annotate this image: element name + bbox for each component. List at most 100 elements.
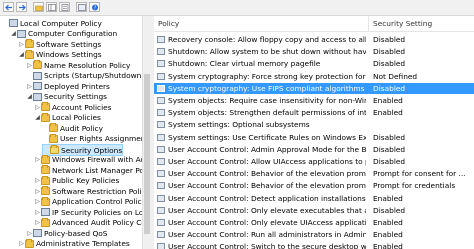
expand-arrow-icon[interactable]: ▷ — [26, 82, 33, 90]
security-setting-value: Disabled — [373, 157, 406, 166]
policy-name: System objects: Strengthen default permi… — [168, 108, 366, 118]
folder-icon — [41, 154, 50, 164]
collapse-arrow-icon[interactable]: ◢ — [10, 30, 17, 38]
tree-item[interactable]: ▷ Software Restriction Policies — [34, 186, 147, 196]
policy-name: System settings: Optional subsystems — [168, 120, 310, 130]
column-header-policy[interactable]: Policy — [154, 16, 368, 31]
tree-item-label: Scripts (Startup/Shutdown) — [44, 71, 145, 80]
tree-item[interactable]: ▷ Public Key Policies — [34, 175, 119, 186]
policy-name: Shutdown: Clear virtual memory pagefile — [168, 59, 321, 69]
policy-row[interactable]: System settings: Use Certificate Rules o… — [154, 132, 474, 143]
policy-name: Recovery console: Allow floppy copy and … — [168, 35, 366, 44]
expand-arrow-icon[interactable]: ▷ — [26, 61, 33, 69]
collapse-arrow-icon[interactable]: ◢ — [26, 93, 33, 101]
tree-item[interactable]: ◢ Windows Settings — [18, 49, 102, 60]
policy-name: User Account Control: Switch to the secu… — [168, 242, 366, 249]
tree-item[interactable]: ▷ Advanced Audit Policy Configuration — [34, 217, 147, 228]
policy-row[interactable]: User Account Control: Switch to the secu… — [154, 241, 474, 249]
export-list-icon[interactable] — [59, 2, 70, 12]
expand-arrow-icon[interactable]: ▷ — [34, 198, 41, 206]
expand-arrow-icon[interactable]: ▷ — [34, 103, 41, 111]
policy-row[interactable]: System cryptography: Use FIPS compliant … — [154, 82, 474, 94]
no-expander — [42, 135, 49, 143]
folder-icon — [25, 238, 34, 248]
policy-row[interactable]: Shutdown: Clear virtual memory pagefile D… — [154, 58, 474, 69]
policy-row[interactable]: User Account Control: Detect application… — [154, 193, 474, 204]
no-expander — [26, 72, 33, 80]
collapse-arrow-icon[interactable]: ◢ — [34, 114, 41, 122]
policy-node-icon — [41, 208, 50, 216]
expand-arrow-icon[interactable]: ▷ — [34, 219, 41, 227]
policy-row[interactable]: User Account Control: Behavior of the el… — [154, 168, 474, 179]
policy-row[interactable]: User Account Control: Behavior of the el… — [154, 180, 474, 191]
policy-icon — [157, 158, 165, 165]
svg-text:?: ? — [94, 5, 97, 11]
policy-row[interactable]: System objects: Require case insensitivi… — [154, 95, 474, 106]
tree-item[interactable]: ◢ Computer Configuration — [10, 29, 117, 39]
policy-icon — [157, 60, 165, 68]
help-icon[interactable]: ? — [89, 2, 100, 12]
policy-node-icon — [9, 19, 18, 27]
policy-icon — [157, 145, 165, 153]
policy-row[interactable]: Recovery console: Allow floppy copy and … — [154, 34, 474, 45]
tree-item[interactable]: ▷ IP Security Policies on Local Computer — [34, 207, 147, 217]
tree-item-label: User Rights Assignment — [60, 134, 147, 143]
policy-row[interactable]: User Account Control: Allow UIAccess app… — [154, 156, 474, 167]
tree-item-label: Account Policies — [52, 102, 112, 112]
show-hide-tree-icon[interactable] — [46, 2, 57, 12]
folder-icon — [25, 39, 34, 48]
tree-item-label: Administrative Templates — [36, 239, 130, 248]
expand-arrow-icon[interactable]: ▷ — [18, 40, 25, 48]
expand-arrow-icon[interactable]: ▷ — [18, 240, 25, 248]
policy-name: System objects: Require case insensitivi… — [168, 96, 366, 105]
properties-icon[interactable] — [76, 2, 87, 12]
policy-icon — [157, 72, 165, 80]
tree-item[interactable]: ▷ Windows Firewall with Advanced Security — [34, 154, 147, 165]
policy-row[interactable]: System settings: Optional subsystems — [154, 119, 474, 130]
expand-arrow-icon[interactable]: ▷ — [34, 208, 41, 216]
policy-name: User Account Control: Admin Approval Mod… — [168, 144, 366, 154]
folder-icon — [25, 49, 34, 59]
expand-arrow-icon[interactable]: ▷ — [26, 229, 33, 237]
tree-item[interactable]: Audit Policy — [42, 123, 103, 133]
forward-icon[interactable] — [16, 2, 27, 12]
tree-item[interactable]: Scripts (Startup/Shutdown) — [26, 71, 144, 81]
tree-item[interactable]: ▷ Name Resolution Policy — [26, 60, 130, 70]
tree-item[interactable]: ▷ Deployed Printers — [26, 81, 110, 91]
expand-arrow-icon[interactable]: ▷ — [34, 187, 41, 195]
policy-name: User Account Control: Run all administra… — [168, 230, 366, 240]
policy-name: System cryptography: Force strong key pr… — [168, 71, 366, 81]
policy-icon — [157, 84, 165, 92]
tree-item[interactable]: ▷ Software Settings — [18, 39, 101, 49]
policy-icon — [157, 243, 165, 249]
tree-item[interactable]: ◢ Security Settings — [26, 92, 107, 102]
policy-name: User Account Control: Only elevate UIAcc… — [168, 218, 366, 227]
policy-row[interactable]: User Account Control: Only elevate UIAcc… — [154, 217, 474, 228]
tree-item[interactable]: User Rights Assignment — [42, 133, 147, 144]
policy-row[interactable]: Shutdown: Allow system to be shut down w… — [154, 46, 474, 57]
tree-item[interactable]: Network List Manager Policies — [34, 165, 147, 175]
tree-item[interactable]: ▷ Administrative Templates — [18, 238, 130, 249]
tree-item[interactable]: ◢ Local Policies — [34, 112, 101, 123]
policy-row[interactable]: User Account Control: Run all administra… — [154, 229, 474, 240]
collapse-arrow-icon[interactable]: ◢ — [18, 51, 25, 59]
back-icon[interactable] — [3, 2, 14, 12]
policy-row[interactable]: User Account Control: Only elevate execu… — [154, 205, 474, 216]
tree-item[interactable]: ▷ Application Control Policies — [34, 196, 147, 207]
policy-row[interactable]: User Account Control: Admin Approval Mod… — [154, 144, 474, 155]
tree-item[interactable]: Local Computer Policy — [2, 18, 102, 28]
tree-item-label: Local Computer Policy — [20, 18, 102, 28]
tree-item[interactable]: ▷ Policy-based QoS — [26, 228, 107, 238]
column-header-security-setting[interactable]: Security Setting — [369, 16, 474, 31]
security-setting-value: Enabled — [373, 242, 403, 249]
tree-item-label: Software Restriction Policies — [52, 186, 147, 196]
expand-arrow-icon[interactable]: ▷ — [34, 177, 41, 185]
folder-icon — [49, 133, 58, 143]
expand-arrow-icon[interactable]: ▷ — [34, 156, 41, 164]
tree-item[interactable]: ▷ Account Policies — [34, 102, 112, 112]
policy-row[interactable]: System objects: Strengthen default permi… — [154, 107, 474, 118]
policy-icon — [157, 121, 165, 129]
up-folder-icon[interactable] — [33, 2, 44, 12]
policy-row[interactable]: System cryptography: Force strong key pr… — [154, 71, 474, 82]
folder-icon — [41, 165, 50, 174]
